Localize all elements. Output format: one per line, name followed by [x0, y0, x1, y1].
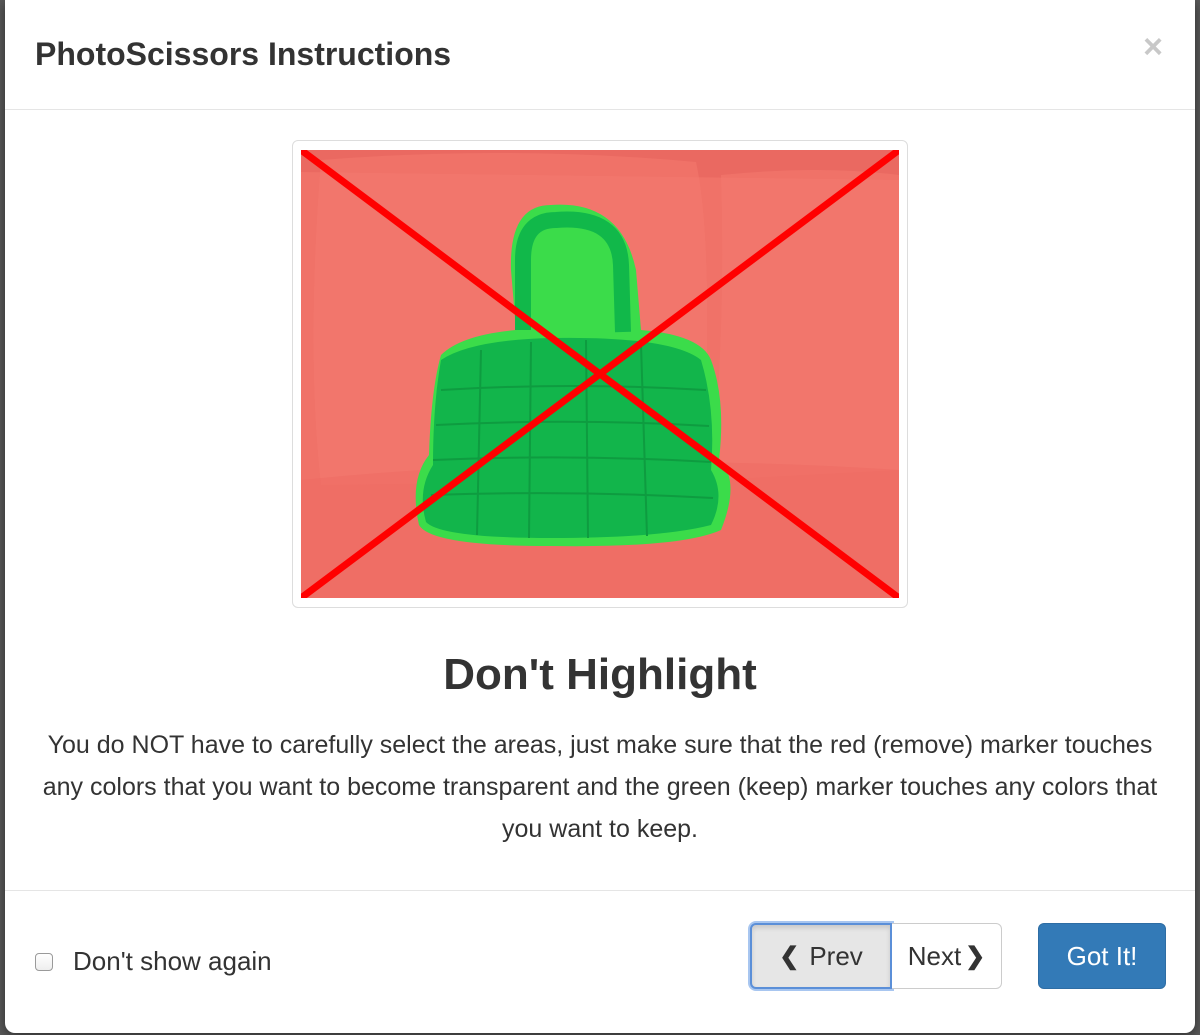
close-icon[interactable]: ×: [1143, 30, 1163, 64]
chevron-left-icon: ❮: [779, 942, 800, 970]
modal-title: PhotoScissors Instructions: [35, 36, 452, 72]
example-image-frame: [292, 140, 908, 608]
pagination-buttons: ❮ Prev Next ❯: [750, 923, 1002, 989]
prev-button[interactable]: ❮ Prev: [750, 923, 892, 989]
dont-show-again-checkbox[interactable]: Don't show again: [35, 946, 272, 977]
modal-header: PhotoScissors Instructions ×: [5, 0, 1195, 110]
modal-body: Don't Highlight You do NOT have to caref…: [5, 110, 1195, 890]
checkbox-box[interactable]: [35, 952, 53, 971]
example-image: [301, 150, 899, 598]
next-button[interactable]: Next ❯: [892, 923, 1002, 989]
step-title: Don't Highlight: [443, 650, 757, 699]
prev-label: Prev: [809, 940, 863, 971]
step-description: You do NOT have to carefully select the …: [42, 731, 1158, 843]
chevron-right-icon: ❯: [965, 942, 986, 970]
got-it-button[interactable]: Got It!: [1038, 923, 1166, 989]
modal-footer: Don't show again ❮ Prev Next ❯ Got It!: [5, 890, 1195, 1033]
next-label: Next: [907, 940, 962, 971]
checkbox-label: Don't show again: [73, 946, 272, 976]
instructions-modal: PhotoScissors Instructions × Don't Highl…: [5, 0, 1195, 1033]
